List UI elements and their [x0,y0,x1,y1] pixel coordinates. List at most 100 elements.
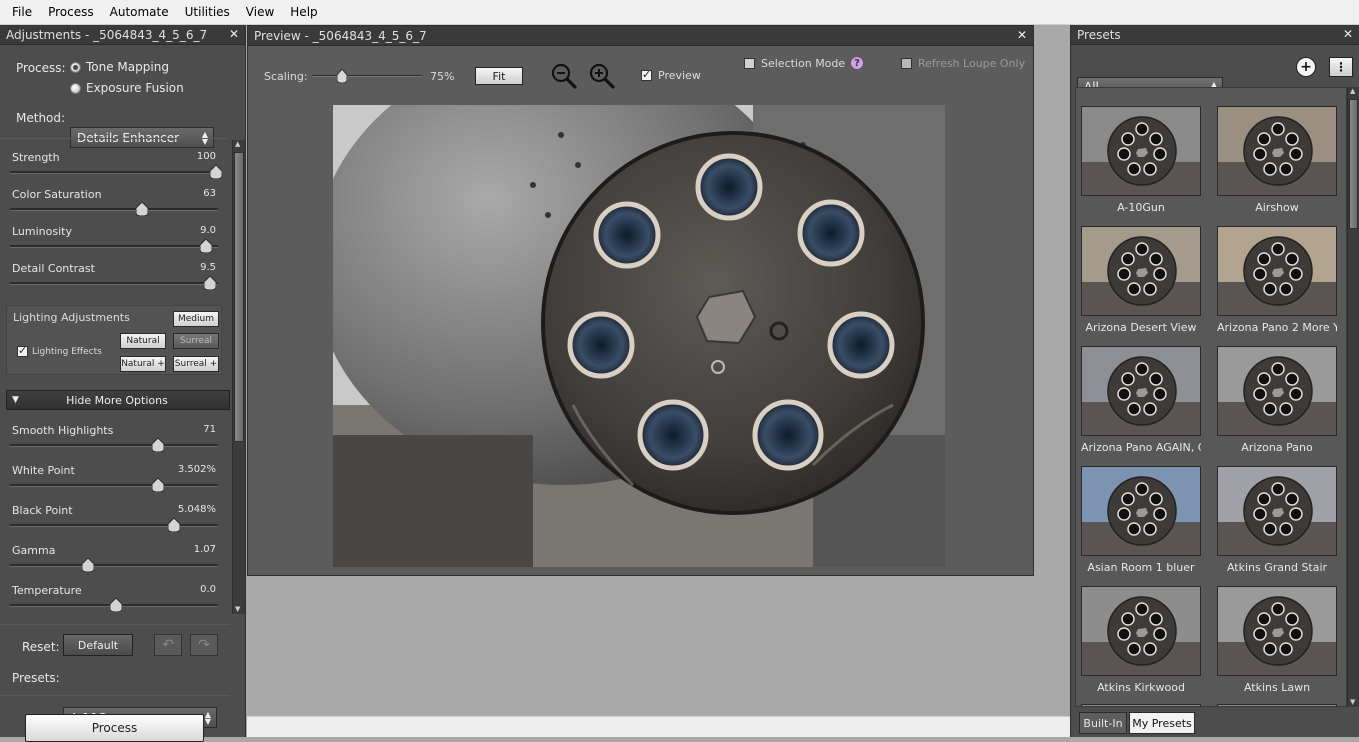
divider [0,138,228,139]
presets-panel: Presets ✕ All ▲▼ + ⋮ A-10GunAirshowArizo… [1070,25,1359,737]
preset-tile[interactable]: Atkins Grand Stair [1217,466,1337,574]
medium-button[interactable]: Medium [173,311,219,327]
menu-view[interactable]: View [238,5,282,19]
scroll-down-icon[interactable]: ▼ [235,605,240,613]
slider-label: Luminosity [12,225,72,238]
preview-checkbox[interactable]: Preview [641,68,701,82]
scrollbar-thumb[interactable] [1349,99,1358,229]
slider-black-point[interactable]: Black Point 5.048% [10,504,220,534]
scaling-thumb[interactable] [336,68,348,84]
lighting-effects-label: Lighting Effects [32,346,102,357]
scroll-down-icon[interactable]: ▼ [1350,698,1355,706]
gatling-gun-photo [333,105,945,567]
preset-tile[interactable]: Arizona Desert View [1081,226,1201,334]
preset-name: Atkins Grand Stair [1226,561,1328,574]
reset-label: Reset: [22,640,60,654]
slider-luminosity[interactable]: Luminosity 9.0 [10,225,220,255]
radio-tone-mapping[interactable]: Tone Mapping [70,60,169,74]
tab-built-in[interactable]: Built-In [1079,712,1127,734]
hide-more-options-bar[interactable]: ▼ Hide More Options [6,390,230,410]
slider-track [10,524,218,527]
slider-gamma[interactable]: Gamma 1.07 [10,544,220,574]
preset-tile[interactable]: Airshow [1217,106,1337,214]
lighting-title: Lighting Adjustments [13,311,130,324]
presets-title-bar: Presets ✕ [1071,25,1359,45]
slider-thumb[interactable] [152,438,164,452]
menu-utilities[interactable]: Utilities [177,5,238,19]
zoom-out-icon[interactable] [550,62,578,90]
natural-button[interactable]: Natural [120,333,166,349]
close-icon[interactable]: ✕ [229,27,239,41]
menu-automate[interactable]: Automate [102,5,177,19]
preset-tile[interactable]: Arizona Pano 2 More Y [1217,226,1337,334]
scroll-up-icon[interactable]: ▲ [1350,87,1355,95]
slider-strength[interactable]: Strength 100 [10,151,222,181]
redo-icon[interactable]: ↷ [190,634,218,656]
help-icon[interactable]: ? [850,56,864,70]
menu-process[interactable]: Process [40,5,102,19]
scaling-value: 75% [430,70,455,83]
radio-exposure-fusion[interactable]: Exposure Fusion [70,81,184,95]
preset-name: Arizona Pano [1241,441,1313,454]
radio-icon [70,82,81,94]
zoom-in-icon[interactable] [588,62,616,90]
scroll-up-icon[interactable]: ▲ [235,140,240,148]
slider-thumb[interactable] [152,478,164,492]
divider [0,695,230,696]
preset-tile[interactable]: Arizona Pano AGAIN, C [1081,346,1201,454]
add-preset-icon[interactable]: + [1296,57,1316,77]
preview-image[interactable] [333,105,945,567]
slider-thumb[interactable] [204,276,216,290]
default-button[interactable]: Default [63,634,133,656]
slider-label: Black Point [12,504,73,517]
preset-tile[interactable]: Atkins Lawn [1217,586,1337,694]
close-icon[interactable]: ✕ [1343,27,1353,41]
radio-tone-mapping-label: Tone Mapping [86,60,169,74]
fit-button[interactable]: Fit [475,67,523,85]
presets-scrollbar[interactable]: ▲ ▼ [1347,87,1359,707]
slider-value: 0.0 [200,584,216,595]
undo-icon[interactable]: ↶ [154,634,182,656]
scaling-slider[interactable] [312,66,422,86]
preset-tile[interactable]: Asian Room 1 bluer [1081,466,1201,574]
preset-name: Atkins Lawn [1243,681,1311,694]
slider-thumb[interactable] [210,165,222,179]
adjustments-panel: Adjustments - _5064843_4_5_6_7 ✕ Process… [0,25,246,742]
menu-file[interactable]: File [4,5,40,19]
tab-my-presets[interactable]: My Presets [1129,712,1195,734]
slider-thumb[interactable] [82,558,94,572]
slider-smooth-highlights[interactable]: Smooth Highlights 71 [10,424,220,454]
close-icon[interactable]: ✕ [1017,28,1027,42]
preset-thumbnail [1217,106,1337,196]
scrollbar-thumb[interactable] [234,152,244,442]
slider-track [10,564,218,567]
slider-label: Smooth Highlights [12,424,114,437]
surreal-button[interactable]: Surreal [173,333,219,349]
lighting-adjustments-box: Lighting Adjustments Lighting Effects Me… [6,305,222,375]
slider-detail-contrast[interactable]: Detail Contrast 9.5 [10,262,220,292]
more-options-icon[interactable]: ⋮ [1329,57,1353,77]
slider-thumb[interactable] [168,518,180,532]
preset-name: Airshow [1255,201,1299,214]
refresh-loupe-checkbox[interactable]: Refresh Loupe Only [901,57,1025,70]
slider-track [10,484,218,487]
surreal-plus-button[interactable]: Surreal + [173,356,219,372]
preset-tile[interactable]: Arizona Pano [1217,346,1337,454]
slider-color-saturation[interactable]: Color Saturation 63 [10,188,220,218]
presets-title: Presets [1077,27,1121,42]
slider-temperature[interactable]: Temperature 0.0 [10,584,220,614]
preset-tile[interactable]: Atkins Kirkwood [1081,586,1201,694]
menu-help[interactable]: Help [282,5,325,19]
slider-thumb[interactable] [200,239,212,253]
slider-thumb[interactable] [136,202,148,216]
checkbox-icon [17,344,28,357]
adjustments-scrollbar[interactable]: ▲ ▼ [232,140,245,614]
slider-thumb[interactable] [110,598,122,612]
natural-plus-button[interactable]: Natural + [120,356,166,372]
process-button[interactable]: Process [25,714,204,742]
preset-thumbnail [1081,466,1201,556]
selection-mode-checkbox[interactable]: Selection Mode [744,57,845,70]
preset-tile[interactable]: A-10Gun [1081,106,1201,214]
lighting-effects-checkbox[interactable]: Lighting Effects [17,344,102,357]
slider-white-point[interactable]: White Point 3.502% [10,464,220,494]
